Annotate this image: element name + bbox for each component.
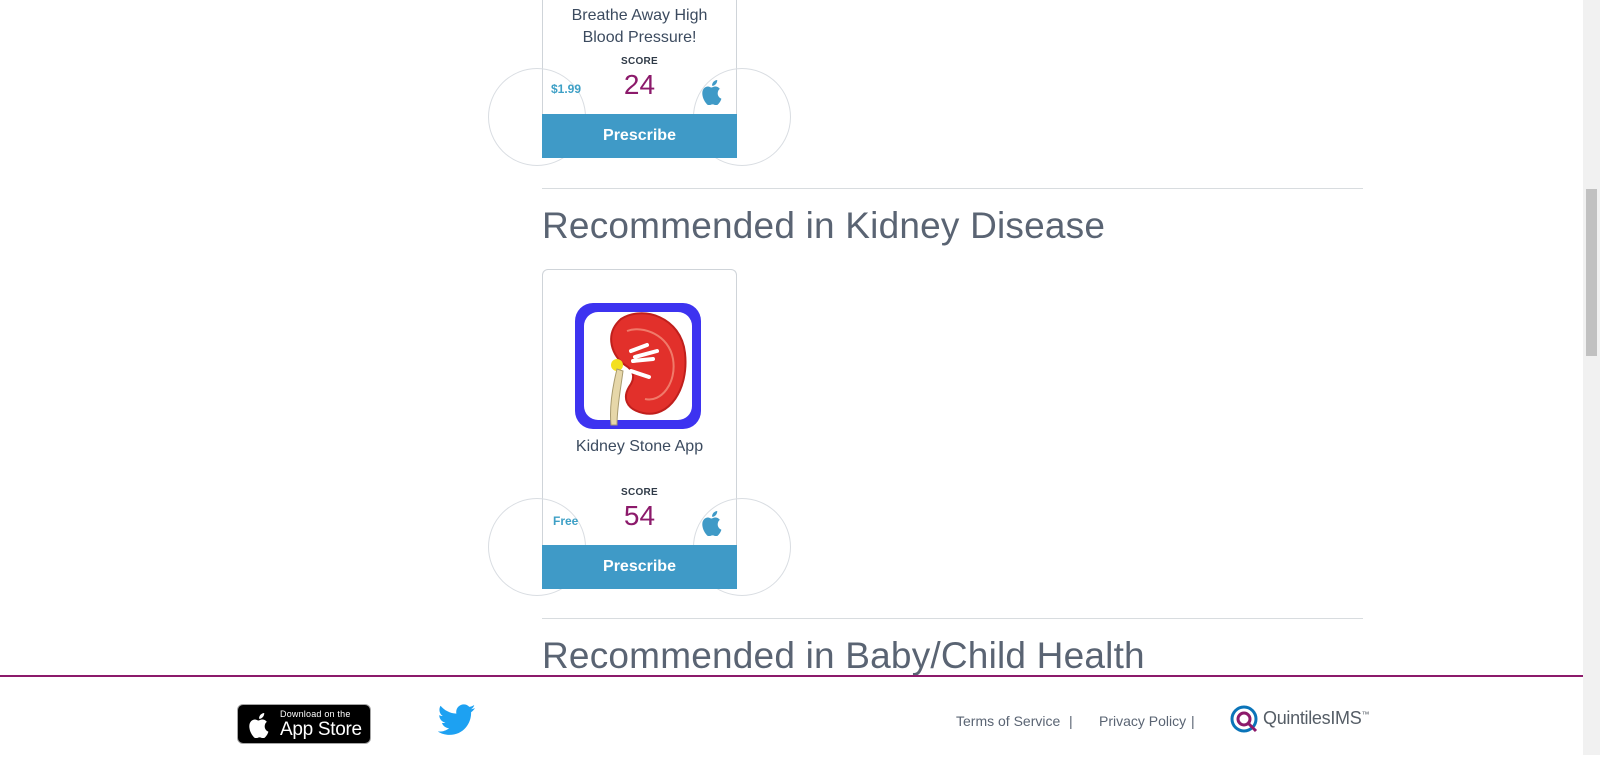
app-card-kidney-stone[interactable]: Kidney Stone App SCORE 54 Free Prescribe [488, 269, 791, 596]
apple-icon [249, 713, 269, 738]
section-divider [542, 618, 1363, 619]
app-name[interactable]: Kidney Stone App [543, 436, 736, 458]
quintilesims-mark-icon [1230, 705, 1258, 733]
link-separator: | [1191, 713, 1195, 729]
trademark-mark: ™ [1361, 710, 1370, 719]
price-label: $1.99 [551, 82, 582, 96]
score-label: SCORE [620, 487, 659, 498]
scrollbar-thumb[interactable] [1586, 189, 1597, 356]
prescribe-button[interactable]: Prescribe [542, 545, 737, 589]
apple-icon [702, 80, 722, 105]
app-card-breathe-away[interactable]: Breathe Away High Blood Pressure! SCORE … [488, 0, 791, 166]
kidney-icon [575, 303, 701, 429]
apple-icon [702, 511, 722, 536]
app-store-badge[interactable]: Download on the App Store [237, 704, 371, 744]
privacy-policy-link[interactable]: Privacy Policy [1099, 713, 1186, 729]
footer: Download on the App Store Terms of Servi… [0, 675, 1583, 757]
app-name[interactable]: Breathe Away High Blood Pressure! [543, 5, 736, 49]
prescribe-button[interactable]: Prescribe [542, 114, 737, 158]
terms-of-service-link[interactable]: Terms of Service [956, 713, 1060, 729]
link-separator: | [1069, 713, 1073, 729]
price-label: Free [553, 514, 579, 528]
brand-name: QuintilesIMS™ [1263, 708, 1370, 728]
section-title-baby-child: Recommended in Baby/Child Health [542, 635, 1145, 676]
page-content: Breathe Away High Blood Pressure! SCORE … [0, 0, 1583, 755]
score-label: SCORE [620, 56, 659, 67]
vertical-scrollbar[interactable] [1583, 0, 1600, 755]
twitter-icon[interactable] [438, 704, 476, 736]
section-divider [542, 188, 1363, 189]
app-store-small-text: Download on the [280, 709, 351, 719]
section-title-kidney: Recommended in Kidney Disease [542, 205, 1106, 246]
app-store-big-text: App Store [280, 719, 362, 740]
